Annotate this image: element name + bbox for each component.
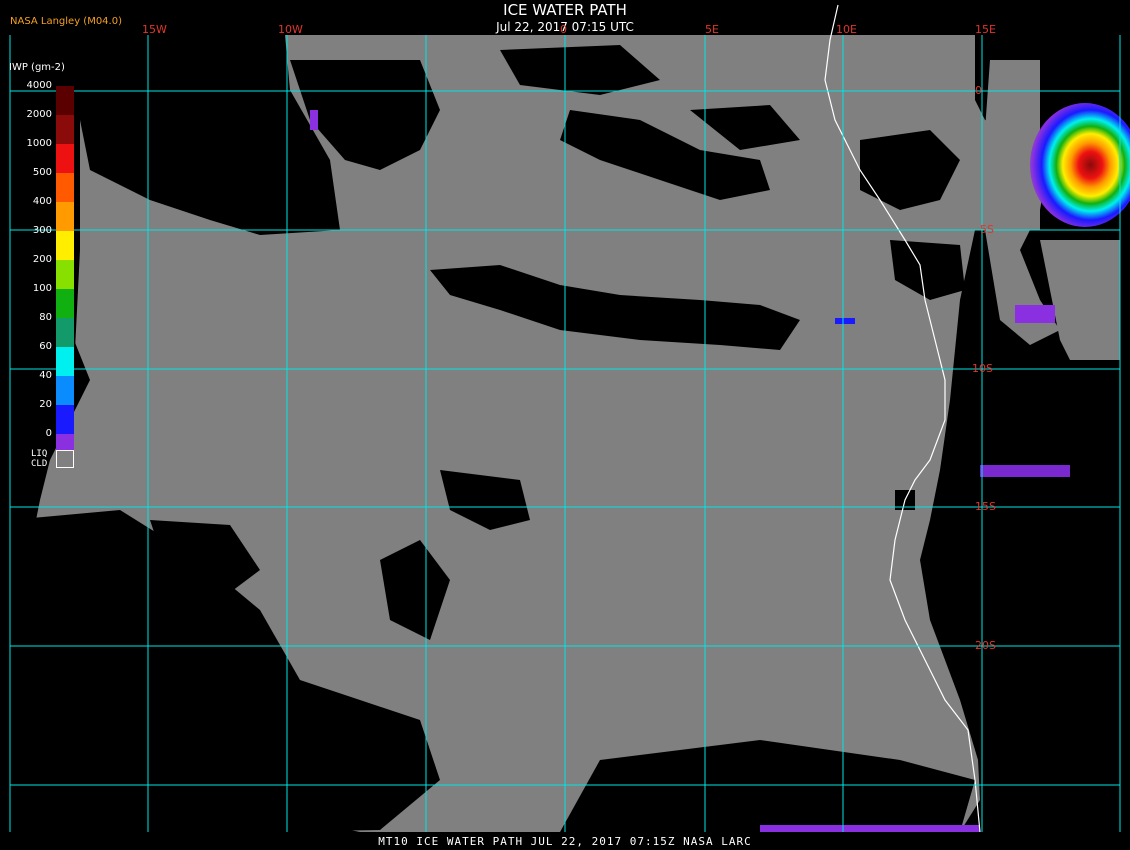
legend-color-swatch — [56, 347, 74, 376]
legend-level-label: 100 — [32, 283, 52, 294]
legend-color-swatch — [56, 144, 74, 173]
legend-level-label: 4000 — [26, 80, 52, 91]
lon-label-10e: 10E — [836, 23, 857, 36]
legend-color-swatch — [56, 318, 74, 347]
legend-color-swatch — [56, 405, 74, 434]
lat-label-15s: 15S — [975, 500, 996, 513]
agency-label: NASA Langley (M04.0) — [10, 16, 122, 27]
legend-color-swatch — [56, 202, 74, 231]
legend-color-swatch — [56, 115, 74, 144]
legend-level-label: 300 — [32, 225, 52, 236]
lon-label-0: 0 — [560, 23, 567, 36]
legend-level-label: 0 — [45, 428, 52, 439]
legend-title: IWP (gm-2) — [9, 62, 65, 73]
liquid-cloud-swatch — [56, 450, 74, 468]
legend-liq-label: LIQ — [31, 449, 48, 459]
lon-label-10w: 10W — [278, 23, 303, 36]
legend-color-swatch — [56, 86, 74, 115]
lat-label-10s: 10S — [972, 362, 993, 375]
lon-label-5e: 5E — [705, 23, 719, 36]
legend-level-label: 60 — [39, 341, 52, 352]
legend-level-label: 500 — [32, 167, 52, 178]
legend-color-swatch — [56, 260, 74, 289]
legend-level-label: 80 — [39, 312, 52, 323]
legend-color-swatch — [56, 231, 74, 260]
legend-level-label: 2000 — [26, 109, 52, 120]
legend-level-label: 400 — [32, 196, 52, 207]
legend-level-label: 1000 — [26, 138, 52, 149]
legend-color-swatch — [56, 173, 74, 202]
map-title: ICE WATER PATH — [503, 1, 627, 19]
lat-label-0: 0 — [975, 84, 982, 97]
legend-level-label: 40 — [39, 370, 52, 381]
legend-level-label: 200 — [32, 254, 52, 265]
legend-color-swatch — [56, 289, 74, 318]
lat-label-5s: 5S — [980, 223, 994, 236]
footer-caption: MT10 ICE WATER PATH JUL 22, 2017 07:15Z … — [378, 835, 752, 848]
legend-color-swatch — [56, 376, 74, 405]
lon-label-15w: 15W — [142, 23, 167, 36]
lon-label-15e: 15E — [975, 23, 996, 36]
lat-label-20s: 20S — [975, 639, 996, 652]
legend-cld-label: CLD — [31, 459, 48, 469]
legend-level-label: 20 — [39, 399, 52, 410]
satellite-map — [0, 0, 1130, 850]
